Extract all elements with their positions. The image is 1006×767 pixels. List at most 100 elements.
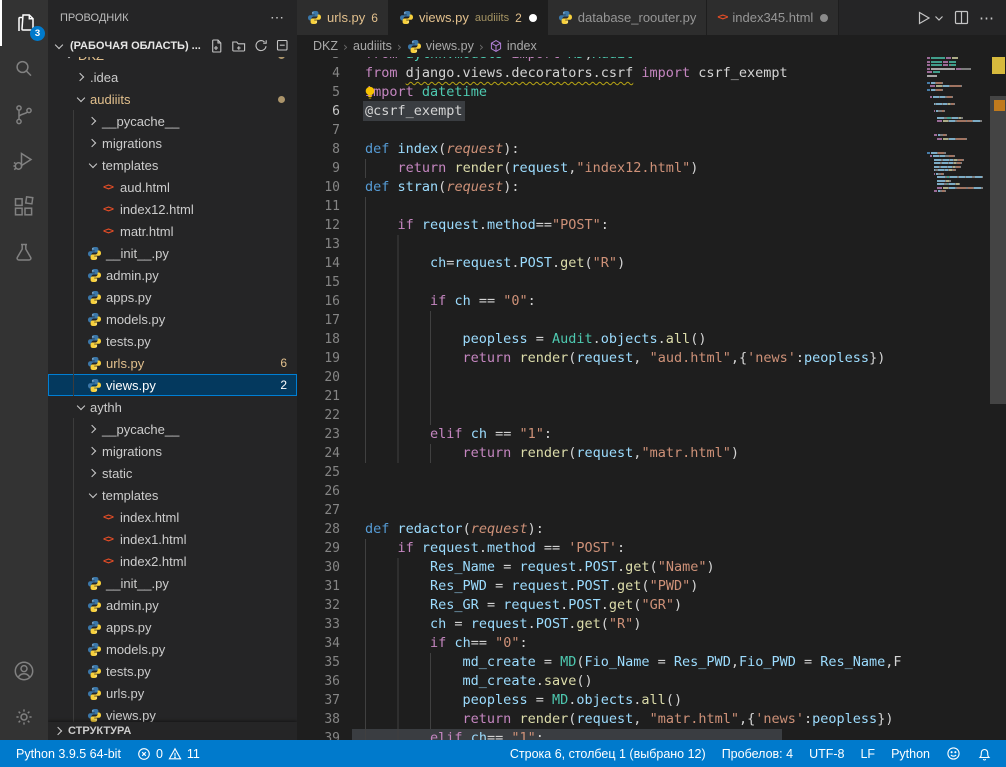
code-line[interactable]: 5import datetime [297, 83, 925, 102]
code-line[interactable]: 6@csrf_exempt [297, 102, 925, 121]
tree-item[interactable]: templates [48, 484, 297, 506]
code-line[interactable]: 13 [297, 235, 925, 254]
code-line[interactable]: 4from django.views.decorators.csrf impor… [297, 64, 925, 83]
feedback[interactable] [938, 746, 969, 761]
code-line[interactable]: 34 if ch== "0": [297, 634, 925, 653]
collapse-all-icon[interactable] [273, 36, 293, 56]
tree-item[interactable]: urls.py6 [48, 352, 297, 374]
outline-section-header[interactable]: СТРУКТУРА [48, 722, 297, 740]
code-line[interactable]: 17 [297, 311, 925, 330]
workspace-section-header[interactable]: (РАБОЧАЯ ОБЛАСТЬ) ... [48, 35, 297, 57]
tree-item[interactable]: aythh [48, 396, 297, 418]
run-icon[interactable] [912, 7, 934, 29]
tree-item[interactable]: .idea [48, 66, 297, 88]
code-line[interactable]: 15 [297, 273, 925, 292]
code-line[interactable]: 12 if request.method=="POST": [297, 216, 925, 235]
tree-item[interactable]: urls.py [48, 682, 297, 704]
refresh-icon[interactable] [251, 36, 271, 56]
python-interpreter[interactable]: Python 3.9.5 64-bit [8, 747, 129, 761]
notifications[interactable] [969, 746, 1000, 761]
lightbulb-icon[interactable] [363, 85, 377, 100]
breadcrumb-item[interactable]: index [489, 39, 537, 53]
tab-views.py[interactable]: views.pyaudiiits2 [389, 0, 548, 35]
code-line[interactable]: 28def redactor(request): [297, 520, 925, 539]
activitybar-item-source-control[interactable] [0, 92, 48, 138]
tree-item[interactable]: static [48, 462, 297, 484]
tree-item[interactable]: admin.py [48, 264, 297, 286]
tree-item[interactable]: __pycache__ [48, 418, 297, 440]
code-line[interactable]: 10def stran(request): [297, 178, 925, 197]
breadcrumb-item[interactable]: DKZ [313, 39, 338, 53]
tree-item[interactable]: migrations [48, 132, 297, 154]
code-line[interactable]: 35 md_create = MD(Fio_Name = Res_PWD,Fio… [297, 653, 925, 672]
activitybar-item-explorer[interactable]: 3 [0, 0, 50, 46]
code-line[interactable]: 14 ch=request.POST.get("R") [297, 254, 925, 273]
tree-item[interactable]: <>index12.html [48, 198, 297, 220]
indentation[interactable]: Пробелов: 4 [714, 747, 801, 761]
tree-item[interactable]: views.py [48, 704, 297, 722]
new-file-icon[interactable] [207, 36, 227, 56]
minimap[interactable] [925, 35, 990, 740]
eol-sequence[interactable]: LF [852, 747, 883, 761]
tab-index345.html[interactable]: <>index345.html [707, 0, 839, 35]
activitybar-item-search[interactable] [0, 46, 48, 92]
overview-ruler-scrollbar[interactable] [990, 35, 1006, 740]
tree-item[interactable]: <>aud.html [48, 176, 297, 198]
code-editor[interactable]: 3from aythh.models import MD,Audit4from … [297, 35, 925, 740]
new-folder-icon[interactable] [229, 36, 249, 56]
activitybar-item-run-debug[interactable] [0, 138, 48, 184]
code-line[interactable]: 7 [297, 121, 925, 140]
encoding[interactable]: UTF-8 [801, 747, 852, 761]
activitybar-item-account[interactable] [0, 648, 48, 694]
tree-item[interactable]: DKZ [48, 57, 297, 66]
code-line[interactable]: 26 [297, 482, 925, 501]
code-line[interactable]: 21 [297, 387, 925, 406]
code-line[interactable]: 23 elif ch == "1": [297, 425, 925, 444]
code-line[interactable]: 20 [297, 368, 925, 387]
scrollbar-thumb[interactable] [990, 96, 1006, 404]
tree-item[interactable]: templates [48, 154, 297, 176]
code-line[interactable]: 11 [297, 197, 925, 216]
code-line[interactable]: 36 md_create.save() [297, 672, 925, 691]
code-line[interactable]: 38 return render(request, "matr.html",{'… [297, 710, 925, 729]
code-line[interactable]: 18 peopless = Audit.objects.all() [297, 330, 925, 349]
chevron-down-icon[interactable] [932, 7, 946, 29]
tree-item[interactable]: migrations [48, 440, 297, 462]
split-editor-icon[interactable] [950, 7, 972, 29]
tab-database_roouter.py[interactable]: database_roouter.py [548, 0, 708, 35]
tree-item[interactable]: models.py [48, 638, 297, 660]
tree-item[interactable]: __pycache__ [48, 110, 297, 132]
activitybar-item-settings[interactable] [0, 694, 48, 740]
code-line[interactable]: 29 if request.method == 'POST': [297, 539, 925, 558]
tree-item[interactable]: <>index.html [48, 506, 297, 528]
tree-item[interactable]: models.py [48, 308, 297, 330]
problems-summary[interactable]: 011 [129, 747, 208, 761]
language-mode[interactable]: Python [883, 747, 938, 761]
tree-item[interactable]: __init__.py [48, 572, 297, 594]
code-line[interactable]: 9 return render(request,"index12.html") [297, 159, 925, 178]
tree-item[interactable]: apps.py [48, 286, 297, 308]
tree-item[interactable]: <>index1.html [48, 528, 297, 550]
sidebar-more-icon[interactable]: ⋯ [270, 9, 285, 26]
activitybar-item-testing[interactable] [0, 230, 48, 276]
code-line[interactable]: 37 peopless = MD.objects.all() [297, 691, 925, 710]
tree-item[interactable]: __init__.py [48, 242, 297, 264]
activitybar-item-extensions[interactable] [0, 184, 48, 230]
code-line[interactable]: 25 [297, 463, 925, 482]
tree-item[interactable]: apps.py [48, 616, 297, 638]
code-line[interactable]: 8def index(request): [297, 140, 925, 159]
tree-item[interactable]: tests.py [48, 330, 297, 352]
tree-item[interactable]: admin.py [48, 594, 297, 616]
code-line[interactable]: 39 elif ch== "1": [297, 729, 925, 740]
tree-item[interactable]: tests.py [48, 660, 297, 682]
tree-item[interactable]: <>matr.html [48, 220, 297, 242]
code-line[interactable]: 31 Res_PWD = request.POST.get("PWD") [297, 577, 925, 596]
tree-item[interactable]: views.py2 [48, 374, 297, 396]
tree-item[interactable]: audiiits [48, 88, 297, 110]
code-line[interactable]: 27 [297, 501, 925, 520]
code-line[interactable]: 33 ch = request.POST.get("R") [297, 615, 925, 634]
code-line[interactable]: 30 Res_Name = request.POST.get("Name") [297, 558, 925, 577]
tree-item[interactable]: <>index2.html [48, 550, 297, 572]
tab-urls.py[interactable]: urls.py6 [297, 0, 389, 35]
code-line[interactable]: 16 if ch == "0": [297, 292, 925, 311]
